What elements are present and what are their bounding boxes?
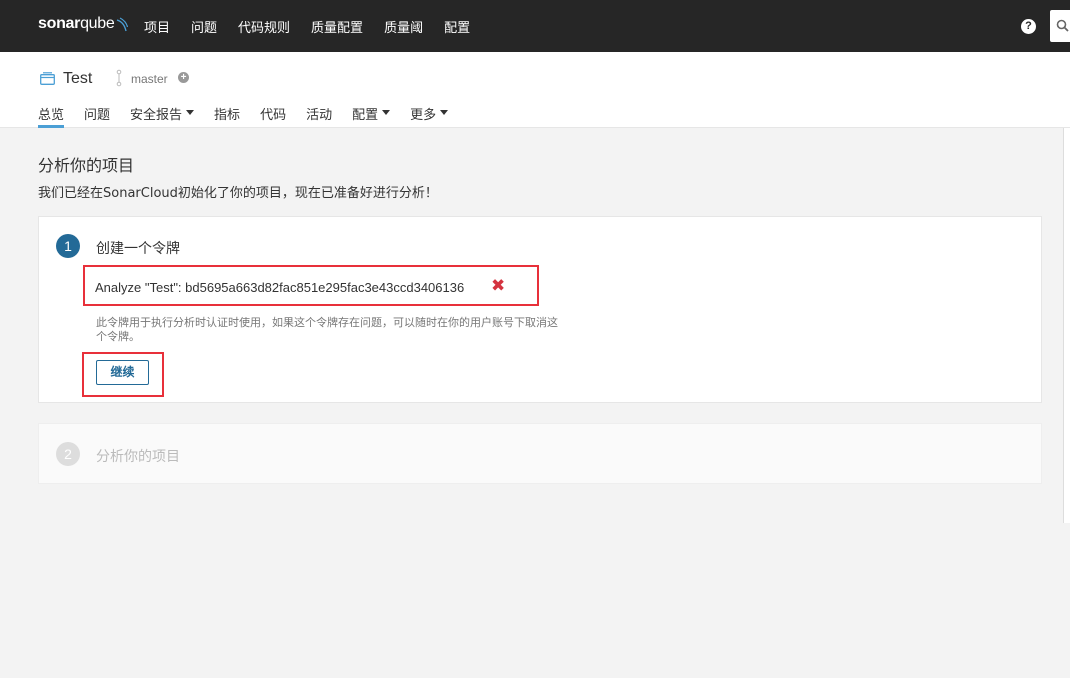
page-title: 分析你的项目	[38, 156, 135, 175]
nav-administration[interactable]: 配置	[444, 17, 470, 36]
tab-label: 问题	[84, 108, 111, 123]
question-circle-icon[interactable]: ?	[1021, 19, 1036, 34]
tab-label: 更多	[410, 108, 437, 123]
step-title: 分析你的项目	[96, 449, 180, 465]
logo-wave-icon	[117, 17, 129, 32]
token-value: Analyze "Test": bd5695a663d82fac851e295f…	[95, 280, 465, 295]
sonarqube-logo[interactable]: sonar qube	[38, 15, 129, 33]
top-navbar: sonar qube 项目 问题 代码规则 质量配置 质量阈 配置 ?	[0, 0, 1070, 52]
branch-name[interactable]: master	[131, 72, 168, 86]
branch-icon	[116, 69, 122, 87]
search-icon	[1056, 19, 1069, 32]
tab-administration[interactable]: 配置	[352, 104, 391, 128]
token-help-text: 此令牌用于执行分析时认证时使用，如果这个令牌存在问题，可以随时在你的用户账号下取…	[96, 316, 558, 343]
step-card-analyze-project: 2 分析你的项目	[38, 423, 1042, 484]
tab-label: 安全报告	[130, 108, 183, 123]
tab-activity[interactable]: 活动	[306, 104, 332, 128]
project-tabs: 总览 问题 安全报告 指标 代码 活动 配置 更多	[38, 104, 468, 128]
project-name[interactable]: Test	[63, 70, 92, 88]
step-card-create-token: 1 创建一个令牌 Analyze "Test": bd5695a663d82fa…	[38, 216, 1042, 403]
tab-overview[interactable]: 总览	[38, 104, 65, 128]
step-number-badge: 1	[56, 234, 80, 258]
tab-issues[interactable]: 问题	[84, 104, 110, 128]
tab-label: 指标	[214, 108, 241, 123]
caret-down-icon	[440, 110, 449, 115]
plus-circle-icon[interactable]: +	[178, 72, 189, 83]
tab-label: 活动	[306, 108, 333, 123]
nav-issues[interactable]: 问题	[191, 17, 217, 36]
project-icon	[40, 72, 55, 85]
nav-quality-profiles[interactable]: 质量配置	[311, 17, 363, 36]
tab-more[interactable]: 更多	[410, 104, 449, 128]
tab-label: 代码	[260, 108, 287, 123]
page-description: 我们已经在SonarCloud初始化了你的项目，现在已准备好进行分析！	[38, 186, 438, 201]
close-icon[interactable]: ✖	[491, 277, 505, 294]
step-title: 创建一个令牌	[96, 241, 180, 257]
tab-label: 总览	[38, 108, 65, 123]
scrollbar[interactable]	[1063, 128, 1070, 523]
tab-measures[interactable]: 指标	[214, 104, 240, 128]
nav-quality-gates[interactable]: 质量阈	[384, 17, 423, 36]
project-header: Test master + 总览 问题 安全报告 指标 代码 活动 配置 更多	[0, 52, 1070, 128]
nav-projects[interactable]: 项目	[144, 17, 170, 36]
tab-code[interactable]: 代码	[260, 104, 286, 128]
global-nav: 项目 问题 代码规则 质量配置 质量阈 配置	[144, 0, 491, 52]
caret-down-icon	[186, 110, 195, 115]
tab-label: 配置	[352, 108, 379, 123]
tab-security-reports[interactable]: 安全报告	[130, 104, 195, 128]
search-input[interactable]	[1050, 10, 1070, 42]
nav-rules[interactable]: 代码规则	[238, 17, 290, 36]
continue-button[interactable]: 继续	[96, 360, 149, 385]
caret-down-icon	[382, 110, 391, 115]
logo-text-light: qube	[80, 15, 115, 32]
step-number-badge: 2	[56, 442, 80, 466]
logo-text-bold: sonar	[38, 15, 81, 32]
